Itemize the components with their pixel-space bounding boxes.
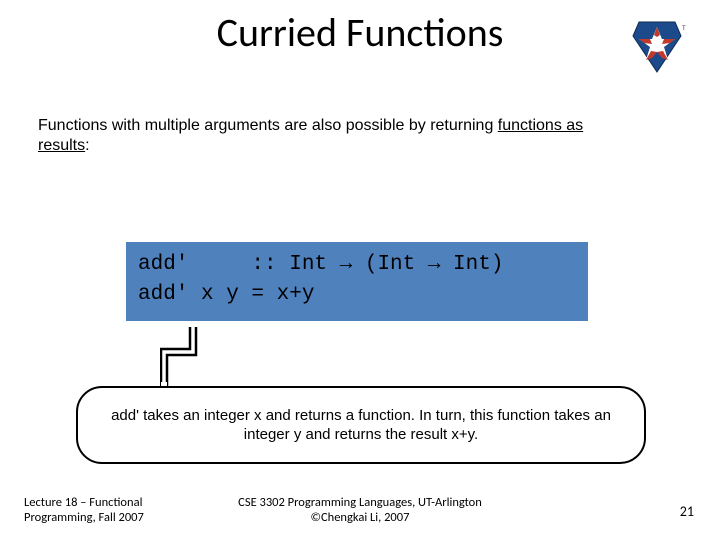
callout-pointer	[160, 327, 206, 389]
slide-title: Curried Functions	[217, 8, 504, 57]
slide: Curried Functions TM Functions with mult…	[0, 0, 720, 540]
footer-left: Lecture 18 – Functional Programming, Fal…	[24, 495, 204, 526]
intro-underline-1: functions as	[498, 117, 583, 134]
intro-text: Functions with multiple arguments are al…	[38, 116, 678, 156]
footer-left-line2: Programming, Fall 2007	[24, 510, 204, 526]
code-line-1: add' :: Int → (Int → Int)	[138, 253, 503, 276]
title-row: Curried Functions	[0, 0, 720, 57]
uta-star-logo: TM	[628, 18, 686, 81]
intro-underline-2: results	[38, 137, 85, 154]
callout-box: add' takes an integer x and returns a fu…	[76, 386, 646, 464]
code-line-2: add' x y = x+y	[138, 283, 314, 306]
intro-post: :	[85, 137, 89, 154]
intro-pre: Functions with multiple arguments are al…	[38, 117, 498, 134]
page-number: 21	[680, 503, 694, 520]
svg-text:TM: TM	[682, 26, 686, 32]
callout-text: add' takes an integer x and returns a fu…	[108, 406, 614, 445]
code-box: add' :: Int → (Int → Int) add' x y = x+y	[126, 242, 588, 321]
footer-left-line1: Lecture 18 – Functional	[24, 495, 204, 511]
footer: Lecture 18 – Functional Programming, Fal…	[0, 495, 720, 526]
